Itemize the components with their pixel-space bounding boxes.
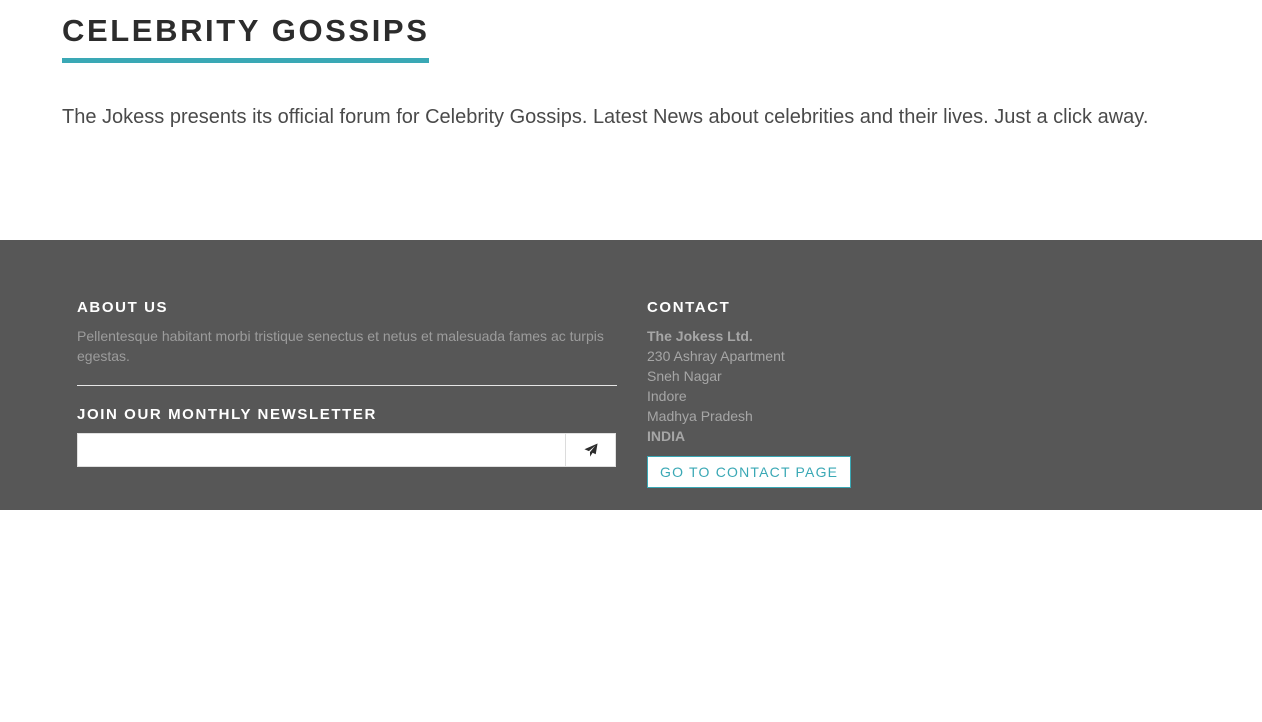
footer-divider <box>77 385 617 386</box>
contact-heading: CONTACT <box>647 299 731 316</box>
about-text: Pellentesque habitant morbi tristique se… <box>77 328 604 364</box>
paper-plane-icon <box>583 443 598 457</box>
contact-page-button[interactable]: GO TO CONTACT PAGE <box>647 456 852 488</box>
newsletter-heading: JOIN OUR MONTHLY NEWSLETTER <box>77 406 377 423</box>
newsletter-form <box>77 433 616 467</box>
newsletter-submit-button[interactable] <box>565 434 615 466</box>
contact-address-line1: 230 Ashray Apartment <box>647 348 785 364</box>
contact-company: The Jokess Ltd. <box>647 328 753 344</box>
intro-text: The Jokess presents its official forum f… <box>62 106 1149 128</box>
footer: ABOUT US Pellentesque habitant morbi tri… <box>0 240 1262 510</box>
contact-address-line2: Sneh Nagar <box>647 368 722 384</box>
contact-country: INDIA <box>647 428 686 444</box>
footer-contact-column: CONTACT The Jokess Ltd. 230 Ashray Apart… <box>647 300 947 488</box>
page: CELEBRITY GOSSIPS The Jokess presents it… <box>0 0 1262 722</box>
contact-city: Indore <box>647 388 687 404</box>
main-content: CELEBRITY GOSSIPS The Jokess presents it… <box>62 0 1182 132</box>
footer-about-column: ABOUT US Pellentesque habitant morbi tri… <box>77 300 617 467</box>
contact-address: The Jokess Ltd. 230 Ashray Apartment Sne… <box>647 326 947 446</box>
newsletter-email-input[interactable] <box>78 434 565 466</box>
about-heading: ABOUT US <box>77 299 169 316</box>
contact-state: Madhya Pradesh <box>647 408 753 424</box>
page-title: CELEBRITY GOSSIPS <box>62 0 430 63</box>
